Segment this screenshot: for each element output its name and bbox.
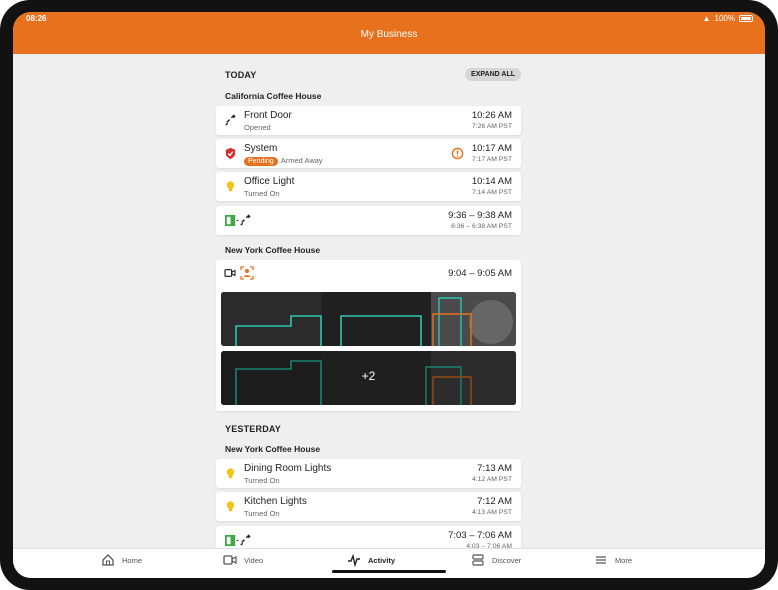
video-thumbnail[interactable] bbox=[221, 292, 516, 346]
event-row[interactable]: Kitchen Lights Turned On 7:12 AM 4:13 AM… bbox=[216, 492, 521, 521]
video-camera-icon bbox=[223, 555, 237, 565]
event-local-time: 7:14 AM PST bbox=[471, 189, 512, 196]
light-bulb-icon bbox=[226, 468, 235, 479]
yesterday-section-label: YESTERDAY bbox=[225, 424, 281, 434]
status-indicators: ▲ 100% bbox=[703, 14, 753, 23]
event-local-time: 7:26 AM PST bbox=[471, 123, 512, 130]
event-local-time: 4:13 AM PST bbox=[471, 509, 512, 516]
video-thumbnail[interactable]: +2 bbox=[221, 351, 516, 405]
video-event-card[interactable]: 9:04 – 9:05 AM +2 bbox=[216, 260, 521, 411]
light-bulb-icon bbox=[226, 181, 235, 192]
event-name: Kitchen Lights bbox=[244, 496, 307, 507]
event-name: Front Door bbox=[244, 110, 292, 121]
home-icon bbox=[102, 554, 114, 566]
event-local-time: 6:36 – 6:38 AM PST bbox=[451, 223, 512, 230]
menu-icon bbox=[596, 556, 606, 564]
today-section-label: TODAY bbox=[225, 70, 257, 80]
event-time: 10:26 AM bbox=[471, 110, 512, 121]
thumbnail-image bbox=[221, 292, 516, 346]
event-row[interactable]: Dining Room Lights Turned On 7:13 AM 4:1… bbox=[216, 459, 521, 488]
event-time: 10:14 AM bbox=[471, 176, 512, 187]
home-indicator[interactable] bbox=[332, 570, 446, 573]
event-time: 9:36 – 9:38 AM bbox=[448, 210, 512, 221]
tab-label: Home bbox=[122, 555, 143, 565]
tab-home[interactable]: Home bbox=[101, 553, 142, 567]
tab-label: Video bbox=[244, 555, 264, 565]
wifi-icon: ▲ bbox=[702, 14, 711, 23]
header-bar: 08:26 ▲ 100% My Business bbox=[13, 12, 765, 54]
tab-discover[interactable]: Discover bbox=[471, 553, 521, 567]
tab-activity[interactable]: Activity bbox=[347, 553, 395, 567]
tab-label: More bbox=[615, 555, 633, 565]
event-time: 7:13 AM bbox=[477, 463, 512, 474]
pending-badge: Pending bbox=[244, 157, 278, 166]
door-sensor-icon bbox=[225, 114, 236, 126]
tab-video[interactable]: Video bbox=[223, 553, 263, 567]
event-time: 9:04 – 9:05 AM bbox=[448, 268, 512, 279]
event-detail-text: Armed Away bbox=[280, 156, 323, 165]
event-name: System bbox=[244, 143, 278, 154]
event-row[interactable]: 9:36 – 9:38 AM 6:36 – 6:38 AM PST bbox=[216, 206, 521, 235]
event-detail: Pending Armed Away bbox=[244, 156, 323, 166]
video-camera-icon bbox=[224, 269, 236, 277]
event-time: 10:17 AM bbox=[471, 143, 512, 154]
shield-icon bbox=[225, 147, 236, 160]
event-detail: Turned On bbox=[244, 509, 280, 518]
tab-more[interactable]: More bbox=[594, 553, 632, 567]
event-detail: Opened bbox=[244, 123, 271, 132]
tab-label: Activity bbox=[368, 555, 396, 565]
event-local-time: 4:12 AM PST bbox=[471, 476, 512, 483]
battery-percentage: 100% bbox=[714, 14, 735, 23]
event-detail: Turned On bbox=[244, 189, 280, 198]
battery-icon bbox=[739, 15, 753, 22]
page-title: My Business bbox=[360, 29, 418, 40]
activity-pulse-icon bbox=[348, 553, 360, 567]
warning-icon bbox=[451, 147, 464, 160]
door-open-sensor-icon bbox=[225, 534, 251, 547]
event-local-time: 7:17 AM PST bbox=[471, 156, 512, 163]
event-time: 7:03 – 7:06 AM bbox=[448, 530, 512, 541]
event-name: Dining Room Lights bbox=[244, 463, 332, 474]
door-open-sensor-icon bbox=[225, 214, 251, 227]
more-clips-count: +2 bbox=[361, 369, 376, 383]
event-detail: Turned On bbox=[244, 476, 280, 485]
discover-icon bbox=[472, 554, 484, 566]
app-screen: 08:26 ▲ 100% My Business TODAY EXPAND AL… bbox=[13, 12, 765, 578]
location-label: New York Coffee House bbox=[225, 245, 321, 255]
bottom-tab-bar: Home Video Activity Discover More bbox=[13, 548, 765, 578]
tab-label: Discover bbox=[492, 555, 522, 565]
event-time: 7:12 AM bbox=[477, 496, 512, 507]
person-detection-icon bbox=[240, 266, 254, 280]
expand-all-button[interactable]: EXPAND ALL bbox=[465, 68, 521, 81]
event-row[interactable]: Office Light Turned On 10:14 AM 7:14 AM … bbox=[216, 172, 521, 201]
event-row[interactable]: System Pending Armed Away 10:17 AM 7:17 A… bbox=[216, 139, 521, 168]
light-bulb-icon bbox=[226, 501, 235, 512]
event-name: Office Light bbox=[244, 176, 295, 187]
event-row[interactable]: Front Door Opened 10:26 AM 7:26 AM PST bbox=[216, 106, 521, 135]
location-label: New York Coffee House bbox=[225, 444, 321, 454]
status-time: 08:26 bbox=[26, 14, 47, 23]
location-label: California Coffee House bbox=[225, 91, 322, 101]
